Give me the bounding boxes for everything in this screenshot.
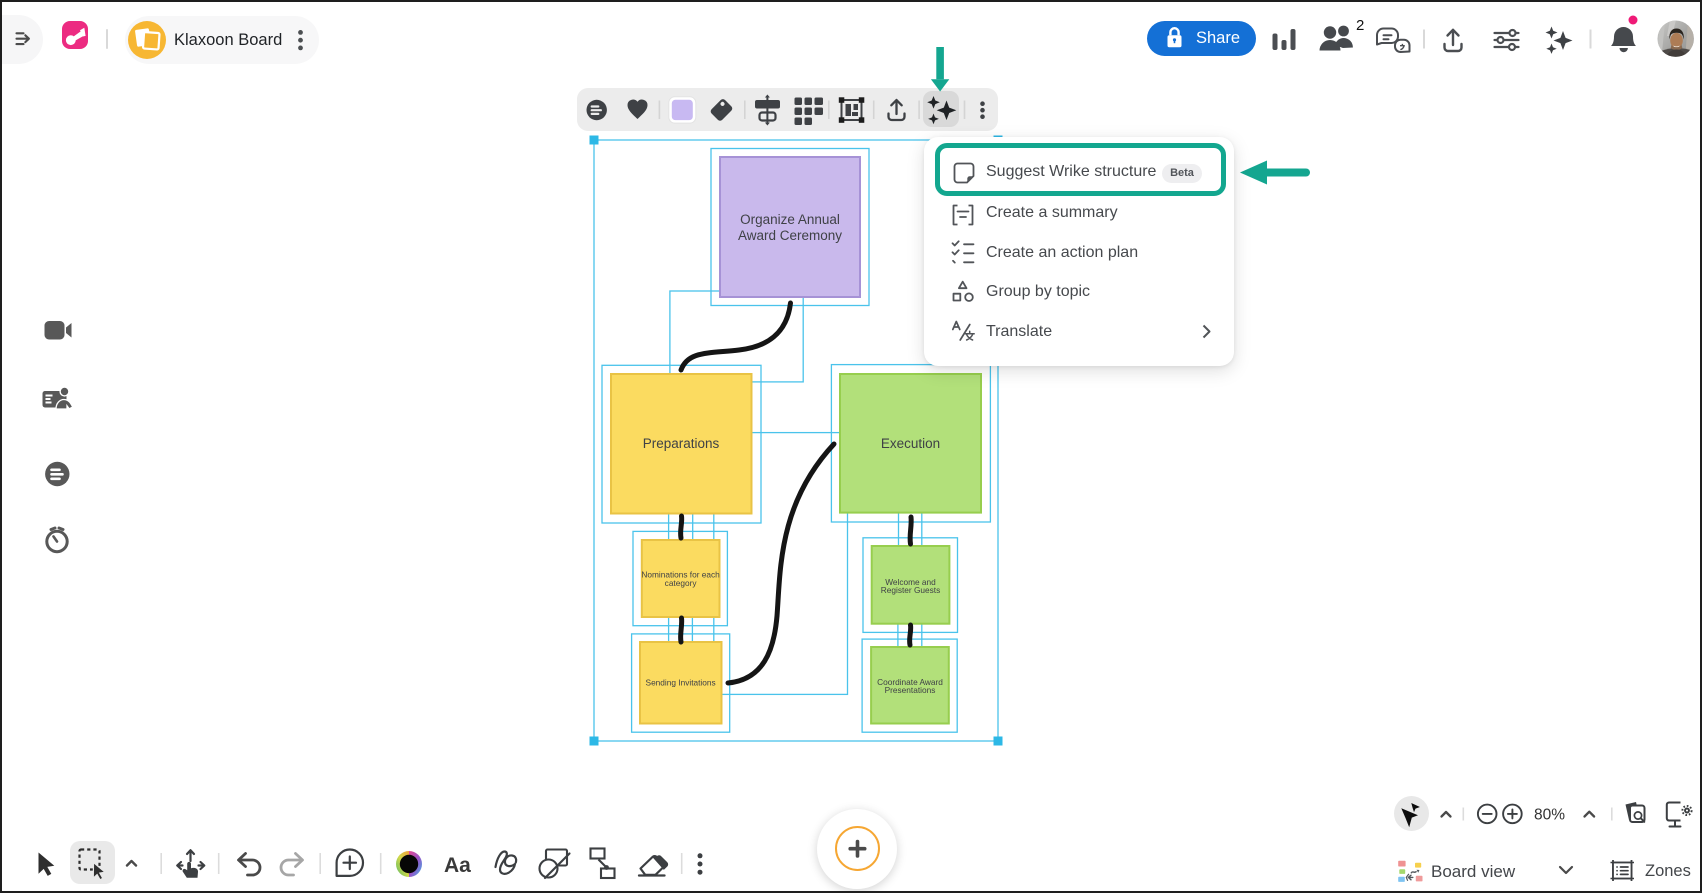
svg-text:Aa: Aa (444, 854, 471, 877)
svg-text:2: 2 (1356, 17, 1364, 34)
svg-text:80%: 80% (1534, 807, 1565, 824)
